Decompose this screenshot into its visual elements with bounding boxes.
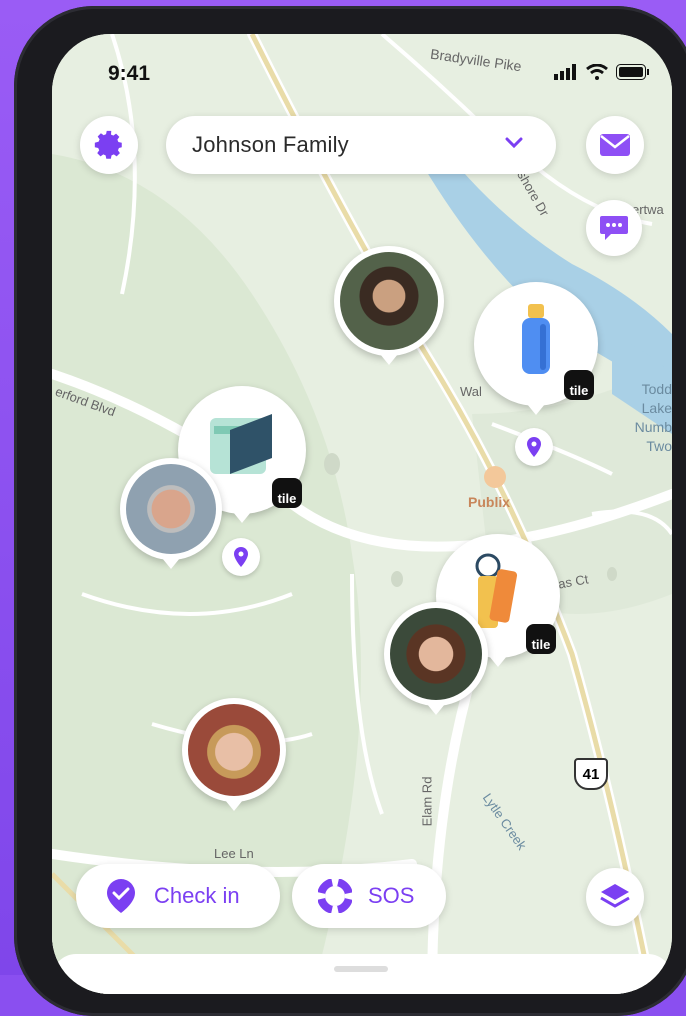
family-selector[interactable]: Johnson Family: [166, 116, 556, 174]
family-name: Johnson Family: [192, 132, 349, 157]
member-marker-boy[interactable]: [182, 698, 286, 811]
avatar: [340, 252, 438, 350]
phone-screen: Bradyville Pike keshore Dr ertwa erford …: [52, 34, 672, 994]
location-pin-icon: [234, 547, 248, 567]
map-label-lee-ln: Lee Ln: [214, 846, 254, 861]
mail-icon: [600, 134, 630, 156]
map-label-publix: Publix: [468, 494, 511, 510]
wallet-icon: [210, 414, 272, 474]
settings-button[interactable]: [80, 116, 138, 174]
route-shield: 41: [574, 758, 608, 790]
water-bottle-icon: [522, 304, 550, 374]
battery-icon: [616, 64, 649, 80]
tile-badge: tile: [526, 624, 556, 654]
map-layers-button[interactable]: [586, 868, 644, 926]
tile-badge: tile: [272, 478, 302, 508]
wifi-icon: [586, 64, 608, 80]
messages-button[interactable]: [586, 116, 644, 174]
tile-badge: tile: [564, 370, 594, 400]
layers-icon: [600, 884, 630, 908]
lifebuoy-icon: [318, 879, 352, 913]
signal-icon: [554, 64, 576, 80]
avatar: [390, 608, 482, 700]
gear-icon: [94, 130, 122, 159]
location-check-icon: [107, 879, 135, 913]
status-bar: 9:41: [52, 34, 672, 104]
sos-button[interactable]: SOS: [292, 864, 446, 928]
status-time: 9:41: [108, 62, 151, 85]
member-marker-man[interactable]: [120, 458, 222, 569]
phone-frame: Bradyville Pike keshore Dr ertwa erford …: [14, 6, 686, 1016]
member-marker-woman[interactable]: [384, 602, 488, 715]
chat-button[interactable]: [586, 200, 642, 256]
sos-label: SOS: [368, 883, 415, 908]
avatar: [126, 464, 216, 554]
check-in-label: Check in: [154, 883, 240, 908]
map-label-walnut: Wal: [460, 384, 482, 399]
location-pin[interactable]: [515, 428, 553, 466]
check-in-button[interactable]: Check in: [76, 864, 280, 928]
location-pin[interactable]: [222, 538, 260, 576]
sheet-handle[interactable]: [334, 966, 388, 972]
chevron-down-icon: [505, 137, 523, 149]
map-label-elam-rd: Elam Rd: [419, 776, 435, 827]
publix-icon: [484, 466, 506, 488]
map-label-todd-lake: Todd Lake Numb Two: [634, 381, 672, 454]
member-marker-teen[interactable]: [334, 246, 444, 365]
avatar: [188, 704, 280, 796]
tile-marker-bottle[interactable]: tile: [474, 282, 598, 415]
location-pin-icon: [527, 437, 541, 457]
chat-icon: [600, 216, 628, 240]
bottom-sheet[interactable]: [52, 954, 672, 994]
